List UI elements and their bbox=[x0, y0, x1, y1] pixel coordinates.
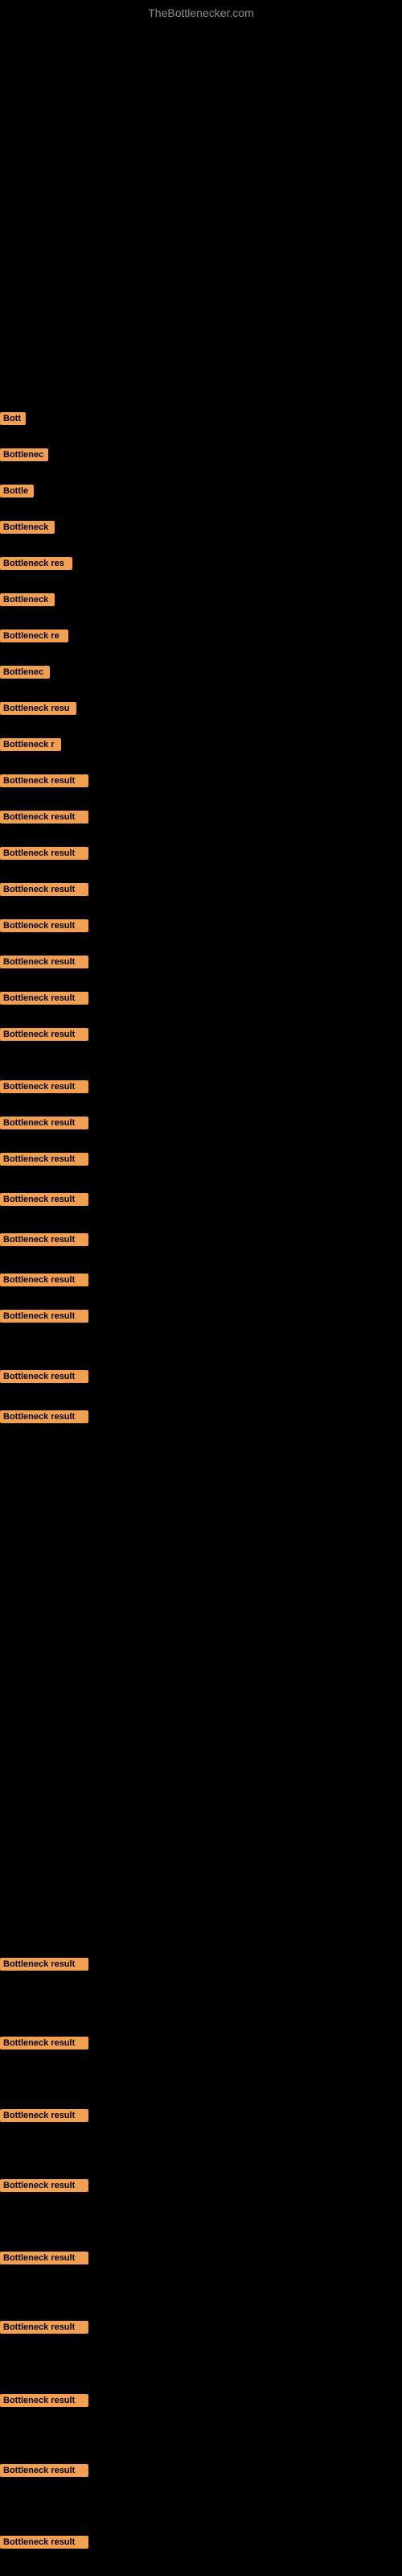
bottleneck-result-label: Bottleneck result bbox=[0, 1370, 88, 1383]
bottleneck-result-label: Bottleneck result bbox=[0, 1410, 88, 1423]
result-row: Bottleneck bbox=[0, 592, 55, 606]
result-row: Bottleneck result bbox=[0, 2250, 88, 2264]
result-row: Bottleneck result bbox=[0, 990, 88, 1005]
result-row: Bottleneck result bbox=[0, 2534, 88, 2549]
bottleneck-result-label: Bottleneck result bbox=[0, 1958, 88, 1971]
bottleneck-result-label: Bottleneck bbox=[0, 521, 55, 534]
bottleneck-result-label: Bottle bbox=[0, 485, 34, 497]
bottleneck-result-label: Bottleneck result bbox=[0, 1310, 88, 1323]
result-row: Bottleneck bbox=[0, 519, 55, 534]
bottleneck-result-label: Bottleneck result bbox=[0, 2252, 88, 2264]
bottleneck-result-label: Bottleneck result bbox=[0, 919, 88, 932]
result-row: Bottleneck result bbox=[0, 1956, 88, 1971]
result-row: Bottleneck result bbox=[0, 773, 88, 787]
result-row: Bottleneck result bbox=[0, 2107, 88, 2122]
result-row: Bottleneck r bbox=[0, 737, 61, 751]
result-row: Bottleneck result bbox=[0, 918, 88, 932]
result-row: Bottleneck result bbox=[0, 1272, 88, 1286]
bottleneck-result-label: Bottleneck result bbox=[0, 1153, 88, 1166]
result-row: Bottleneck result bbox=[0, 2462, 88, 2477]
bottleneck-result-label: Bottleneck result bbox=[0, 2321, 88, 2334]
bottleneck-result-label: Bottleneck result bbox=[0, 1117, 88, 1129]
result-row: Bottleneck res bbox=[0, 555, 72, 570]
result-row: Bottleneck result bbox=[0, 845, 88, 860]
result-row: Bottleneck result bbox=[0, 2178, 88, 2192]
result-row: Bott bbox=[0, 411, 26, 425]
result-row: Bottleneck result bbox=[0, 1115, 88, 1129]
bottleneck-result-label: Bottleneck resu bbox=[0, 702, 76, 715]
bottleneck-result-label: Bottleneck result bbox=[0, 1274, 88, 1286]
result-row: Bottlenec bbox=[0, 447, 48, 461]
result-row: Bottleneck result bbox=[0, 809, 88, 824]
result-row: Bottleneck result bbox=[0, 1026, 88, 1041]
bottleneck-result-label: Bottleneck result bbox=[0, 883, 88, 896]
result-row: Bottleneck result bbox=[0, 1232, 88, 1246]
site-title-abs: TheBottlenecker.com bbox=[148, 6, 254, 19]
bottleneck-result-label: Bottleneck res bbox=[0, 557, 72, 570]
bottleneck-result-label: Bottleneck result bbox=[0, 774, 88, 787]
bottleneck-result-label: Bottleneck result bbox=[0, 847, 88, 860]
bottleneck-result-label: Bottleneck result bbox=[0, 2179, 88, 2192]
bottleneck-result-label: Bottleneck result bbox=[0, 2109, 88, 2122]
bottleneck-result-label: Bottleneck result bbox=[0, 2037, 88, 2050]
result-row: Bottleneck re bbox=[0, 628, 68, 642]
bottleneck-result-label: Bottleneck result bbox=[0, 2536, 88, 2549]
result-row: Bottleneck result bbox=[0, 1151, 88, 1166]
bottleneck-result-label: Bott bbox=[0, 412, 26, 425]
result-row: Bottleneck result bbox=[0, 1308, 88, 1323]
bottleneck-result-label: Bottleneck result bbox=[0, 811, 88, 824]
result-row: Bottleneck result bbox=[0, 1079, 88, 1093]
result-row: Bottleneck result bbox=[0, 2319, 88, 2334]
result-row: Bottleneck result bbox=[0, 881, 88, 896]
bottleneck-result-label: Bottleneck bbox=[0, 593, 55, 606]
result-row: Bottleneck result bbox=[0, 2392, 88, 2407]
result-row: Bottleneck resu bbox=[0, 700, 76, 715]
bottleneck-result-label: Bottleneck r bbox=[0, 738, 61, 751]
bottleneck-result-label: Bottleneck result bbox=[0, 992, 88, 1005]
bottleneck-result-label: Bottleneck result bbox=[0, 1193, 88, 1206]
bottleneck-result-label: Bottleneck re bbox=[0, 630, 68, 642]
result-row: Bottleneck result bbox=[0, 1191, 88, 1206]
bottleneck-result-label: Bottleneck result bbox=[0, 956, 88, 968]
bottleneck-result-label: Bottlenec bbox=[0, 666, 50, 679]
bottleneck-result-label: Bottleneck result bbox=[0, 1080, 88, 1093]
bottleneck-result-label: Bottleneck result bbox=[0, 1233, 88, 1246]
result-row: Bottleneck result bbox=[0, 1368, 88, 1383]
bottleneck-result-label: Bottleneck result bbox=[0, 1028, 88, 1041]
bottleneck-result-label: Bottleneck result bbox=[0, 2394, 88, 2407]
result-row: Bottlenec bbox=[0, 664, 50, 679]
result-row: Bottleneck result bbox=[0, 954, 88, 968]
result-row: Bottleneck result bbox=[0, 1409, 88, 1423]
result-row: Bottleneck result bbox=[0, 2035, 88, 2050]
bottleneck-result-label: Bottleneck result bbox=[0, 2464, 88, 2477]
bottleneck-result-label: Bottlenec bbox=[0, 448, 48, 461]
result-row: Bottle bbox=[0, 483, 34, 497]
